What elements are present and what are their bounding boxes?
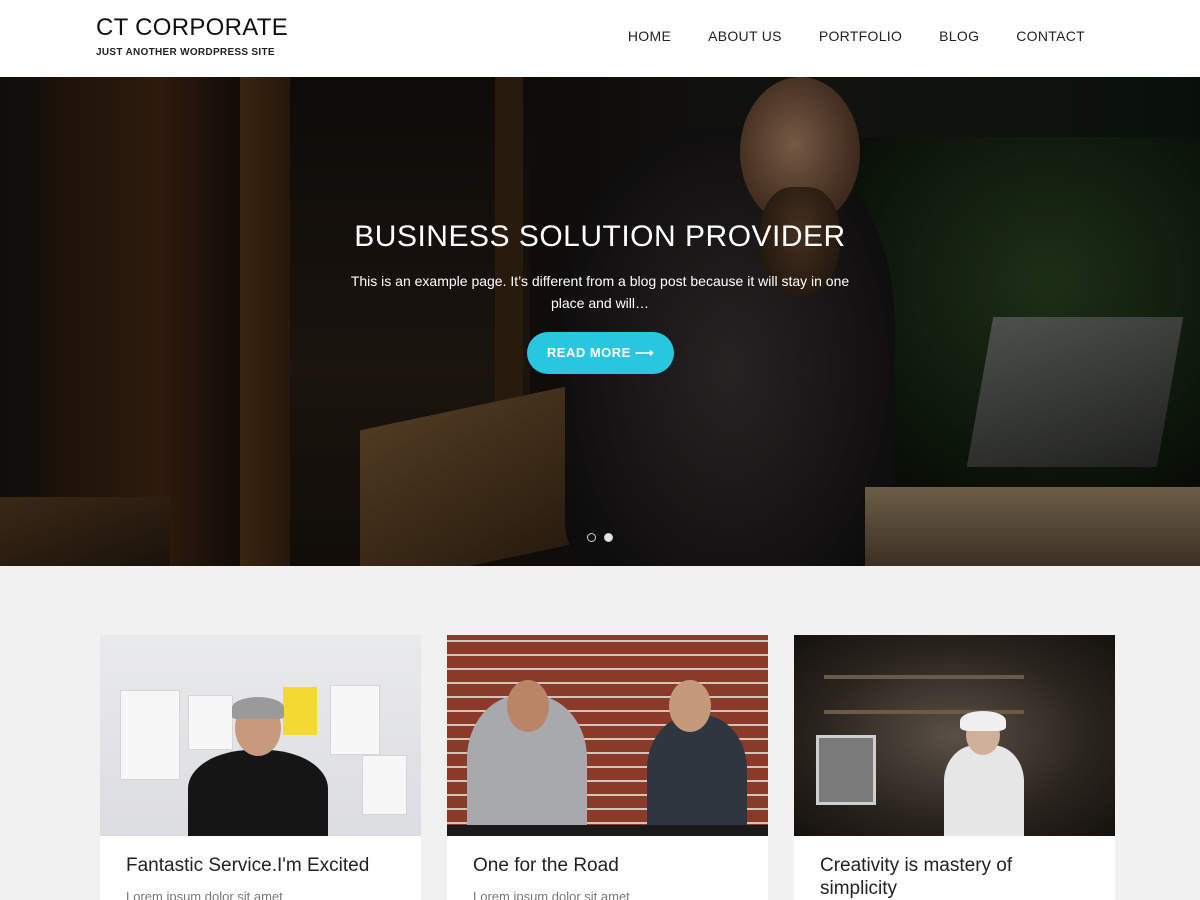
posts-grid: Fantastic Service.I'm Excited Lorem ipsu…: [100, 635, 1115, 900]
post-excerpt: Lorem ipsum dolor sit amet: [126, 889, 283, 900]
floor-shadow: [447, 825, 768, 836]
post-card-body: Creativity is mastery of simplicity: [794, 836, 1115, 900]
post-thumbnail[interactable]: [447, 635, 768, 836]
post-card: Creativity is mastery of simplicity: [794, 635, 1115, 900]
nav-item-portfolio[interactable]: PORTFOLIO: [819, 28, 902, 44]
slider-pagination: [587, 533, 613, 542]
site-tagline: JUST ANOTHER WORDPRESS SITE: [96, 47, 275, 58]
nav-item-home[interactable]: HOME: [628, 28, 671, 44]
wall-sheet: [330, 685, 380, 755]
person-hair: [960, 711, 1006, 731]
post-title[interactable]: One for the Road: [473, 854, 742, 877]
hero-content: BUSINESS SOLUTION PROVIDER This is an ex…: [0, 77, 1200, 566]
post-card: Fantastic Service.I'm Excited Lorem ipsu…: [100, 635, 421, 900]
main-navigation: HOME ABOUT US PORTFOLIO BLOG CONTACT: [591, 28, 1085, 44]
person-cap: [232, 697, 284, 719]
site-title[interactable]: CT CORPORATE: [96, 14, 288, 42]
read-more-button[interactable]: READ MORE ⟶: [527, 332, 674, 374]
shelf: [824, 675, 1024, 679]
site-header: CT CORPORATE JUST ANOTHER WORDPRESS SITE…: [0, 0, 1200, 77]
nav-item-blog[interactable]: BLOG: [939, 28, 979, 44]
site-branding[interactable]: CT CORPORATE JUST ANOTHER WORDPRESS SITE: [96, 14, 288, 58]
post-excerpt: Lorem ipsum dolor sit amet: [473, 889, 630, 900]
wall-sheet: [120, 690, 180, 780]
slider-dot-1[interactable]: [587, 533, 596, 542]
hero-title: BUSINESS SOLUTION PROVIDER: [354, 220, 846, 253]
person-back: [188, 750, 328, 836]
person-right-head: [669, 680, 711, 732]
post-card-body: Fantastic Service.I'm Excited Lorem ipsu…: [100, 836, 421, 900]
nav-item-about-us[interactable]: ABOUT US: [708, 28, 782, 44]
post-thumbnail[interactable]: [100, 635, 421, 836]
post-card-body: One for the Road Lorem ipsum dolor sit a…: [447, 836, 768, 900]
post-card: One for the Road Lorem ipsum dolor sit a…: [447, 635, 768, 900]
post-title[interactable]: Fantastic Service.I'm Excited: [126, 854, 395, 877]
post-thumbnail[interactable]: [794, 635, 1115, 836]
post-title[interactable]: Creativity is mastery of simplicity: [820, 854, 1089, 900]
wall-sheet: [188, 695, 233, 750]
wall-sheet: [362, 755, 407, 815]
picture-frame: [816, 735, 876, 805]
person-left-head: [507, 680, 549, 732]
nav-item-contact[interactable]: CONTACT: [1016, 28, 1085, 44]
slider-dot-2[interactable]: [604, 533, 613, 542]
hero-text: This is an example page. It’s different …: [350, 273, 850, 311]
person-right: [647, 715, 747, 836]
wall-yellow-note: [283, 687, 317, 735]
person-coat: [944, 745, 1024, 836]
